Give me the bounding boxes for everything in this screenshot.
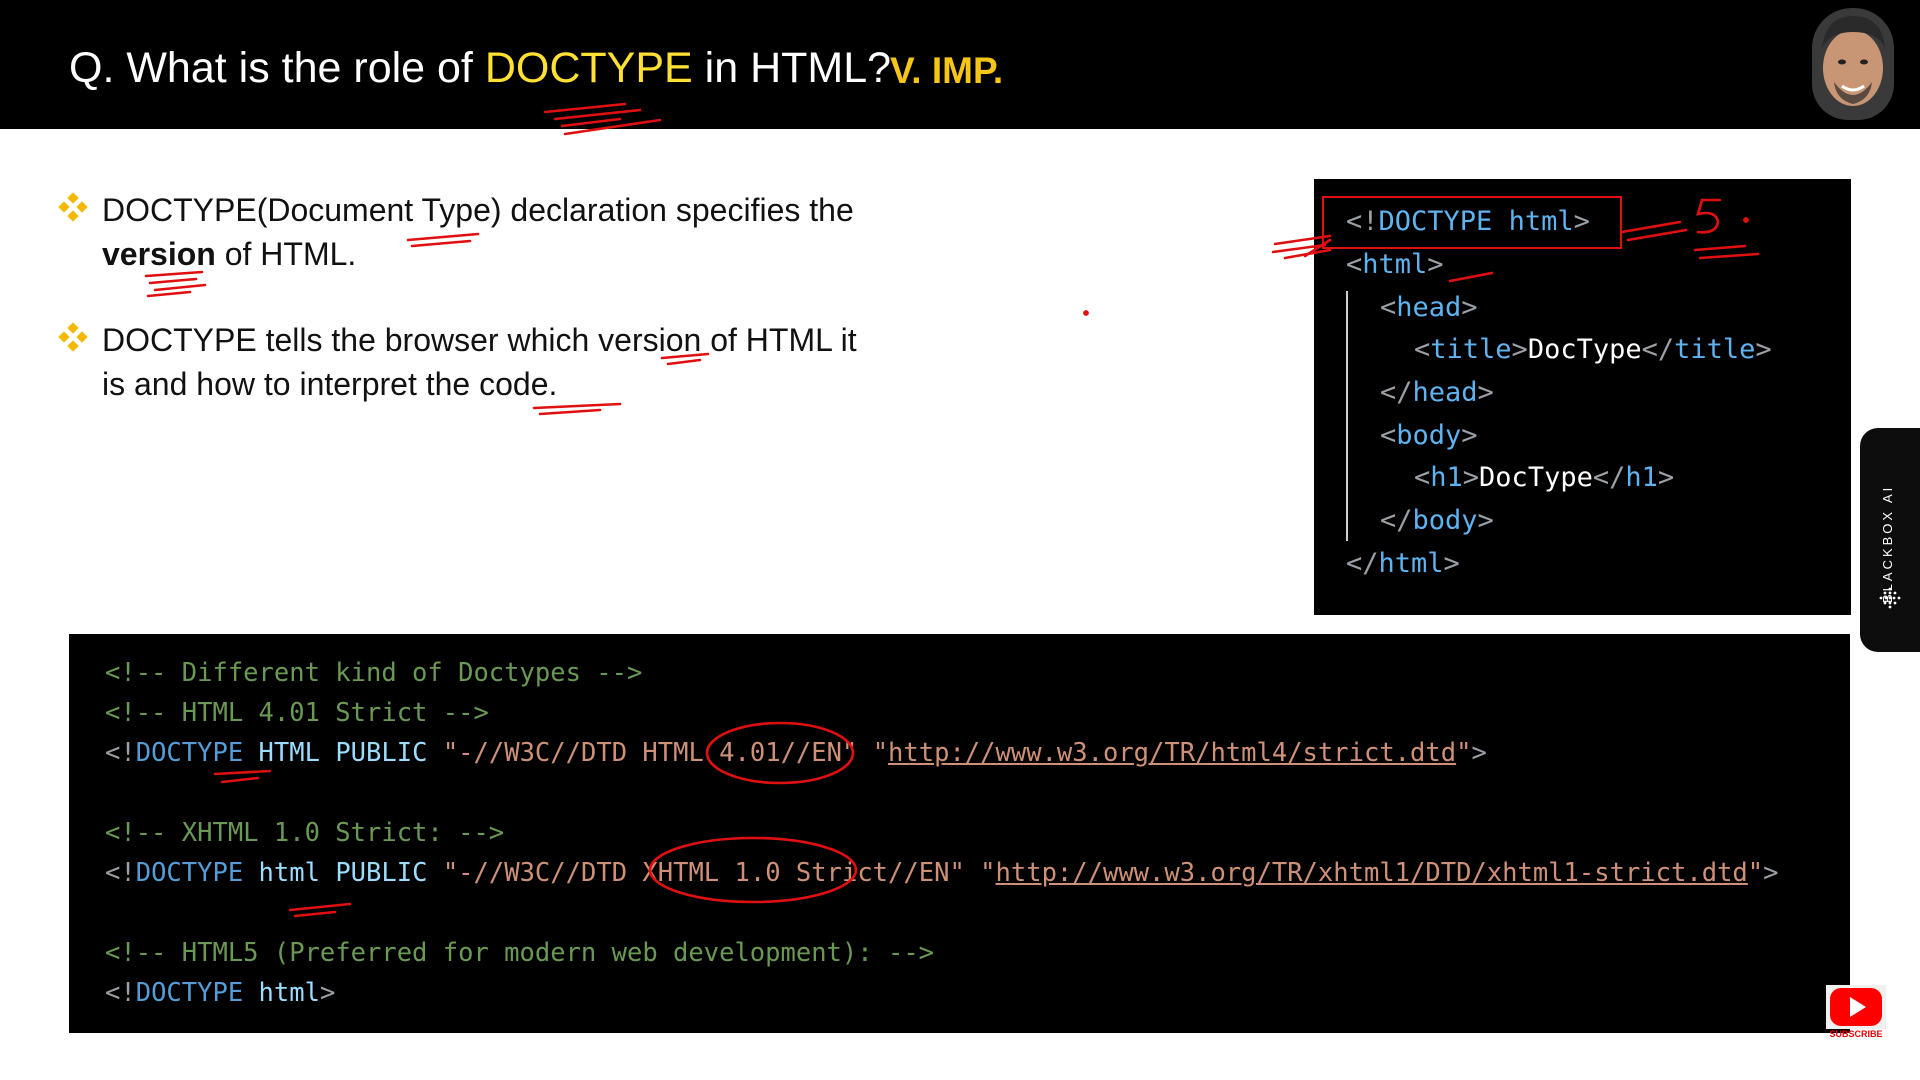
bullet-text: DOCTYPE tells the browser which version …: [102, 322, 857, 358]
bullet-item: DOCTYPE tells the browser which version …: [58, 318, 918, 406]
code-line-body-close: </body>: [1380, 505, 1494, 536]
slide-title: Q. What is the role of DOCTYPE in HTML?: [69, 44, 891, 93]
youtube-subscribe-button[interactable]: SUBSCRIBE: [1826, 985, 1886, 1043]
title-bar: Q. What is the role of DOCTYPE in HTML? …: [0, 0, 1920, 129]
code-line-doctype: <!DOCTYPE html>: [1346, 206, 1590, 237]
importance-label: V. IMP.: [890, 50, 1004, 91]
bullet-item: DOCTYPE(Document Type) declaration speci…: [58, 188, 918, 276]
doctype-xhtml-line: <!DOCTYPE html PUBLIC "-//W3C//DTD XHTML…: [105, 858, 1779, 888]
bullet-list: DOCTYPE(Document Type) declaration speci…: [58, 188, 918, 448]
comment-line: <!-- XHTML 1.0 Strict: -->: [105, 818, 505, 848]
code-line-head-open: <head>: [1380, 292, 1478, 323]
dtd-url-link: http://www.w3.org/TR/html4/strict.dtd: [888, 738, 1457, 768]
diamond-bullet-icon: [58, 322, 88, 352]
indent-guide: [1346, 291, 1348, 541]
code-line-head-close: </head>: [1380, 377, 1494, 408]
code-line-html-open: <html>: [1346, 249, 1444, 280]
title-suffix: in HTML?: [692, 44, 892, 92]
subscribe-label: SUBSCRIBE: [1829, 1029, 1883, 1039]
blackbox-logo-icon: [1879, 587, 1901, 609]
title-prefix: Q. What is the role of: [69, 44, 485, 92]
bullet-bold-text: version: [102, 236, 216, 272]
code-line-html-close: </html>: [1346, 548, 1460, 579]
dtd-url-link: http://www.w3.org/TR/xhtml1/DTD/xhtml1-s…: [995, 858, 1748, 888]
comment-line: <!-- HTML 4.01 Strict -->: [105, 698, 489, 728]
bullet-text-end: of HTML.: [215, 236, 357, 272]
youtube-play-icon: [1826, 985, 1886, 1029]
blackbox-ai-side-panel[interactable]: BLACKBOX AI: [1860, 428, 1920, 652]
comment-line: <!-- Different kind of Doctypes -->: [105, 658, 643, 688]
title-highlight: DOCTYPE: [484, 44, 693, 92]
code-line-h1: <h1>DocType</h1>: [1414, 462, 1675, 493]
diamond-bullet-icon: [58, 192, 88, 222]
doctype-html401-line: <!DOCTYPE HTML PUBLIC "-//W3C//DTD HTML …: [105, 738, 1487, 768]
bullet-text: DOCTYPE(Document Type) declaration speci…: [102, 192, 854, 228]
doctypes-code-block: <!-- Different kind of Doctypes --> <!--…: [69, 634, 1850, 1033]
code-line-title: <title>DocType</title>: [1414, 334, 1772, 365]
presenter-avatar: [1812, 8, 1894, 120]
comment-line: <!-- HTML5 (Preferred for modern web dev…: [105, 938, 935, 968]
code-line-body-open: <body>: [1380, 420, 1478, 451]
bullet-text-end: is and how to interpret the code.: [102, 366, 558, 402]
doctype-html5-line: <!DOCTYPE html>: [105, 978, 336, 1008]
